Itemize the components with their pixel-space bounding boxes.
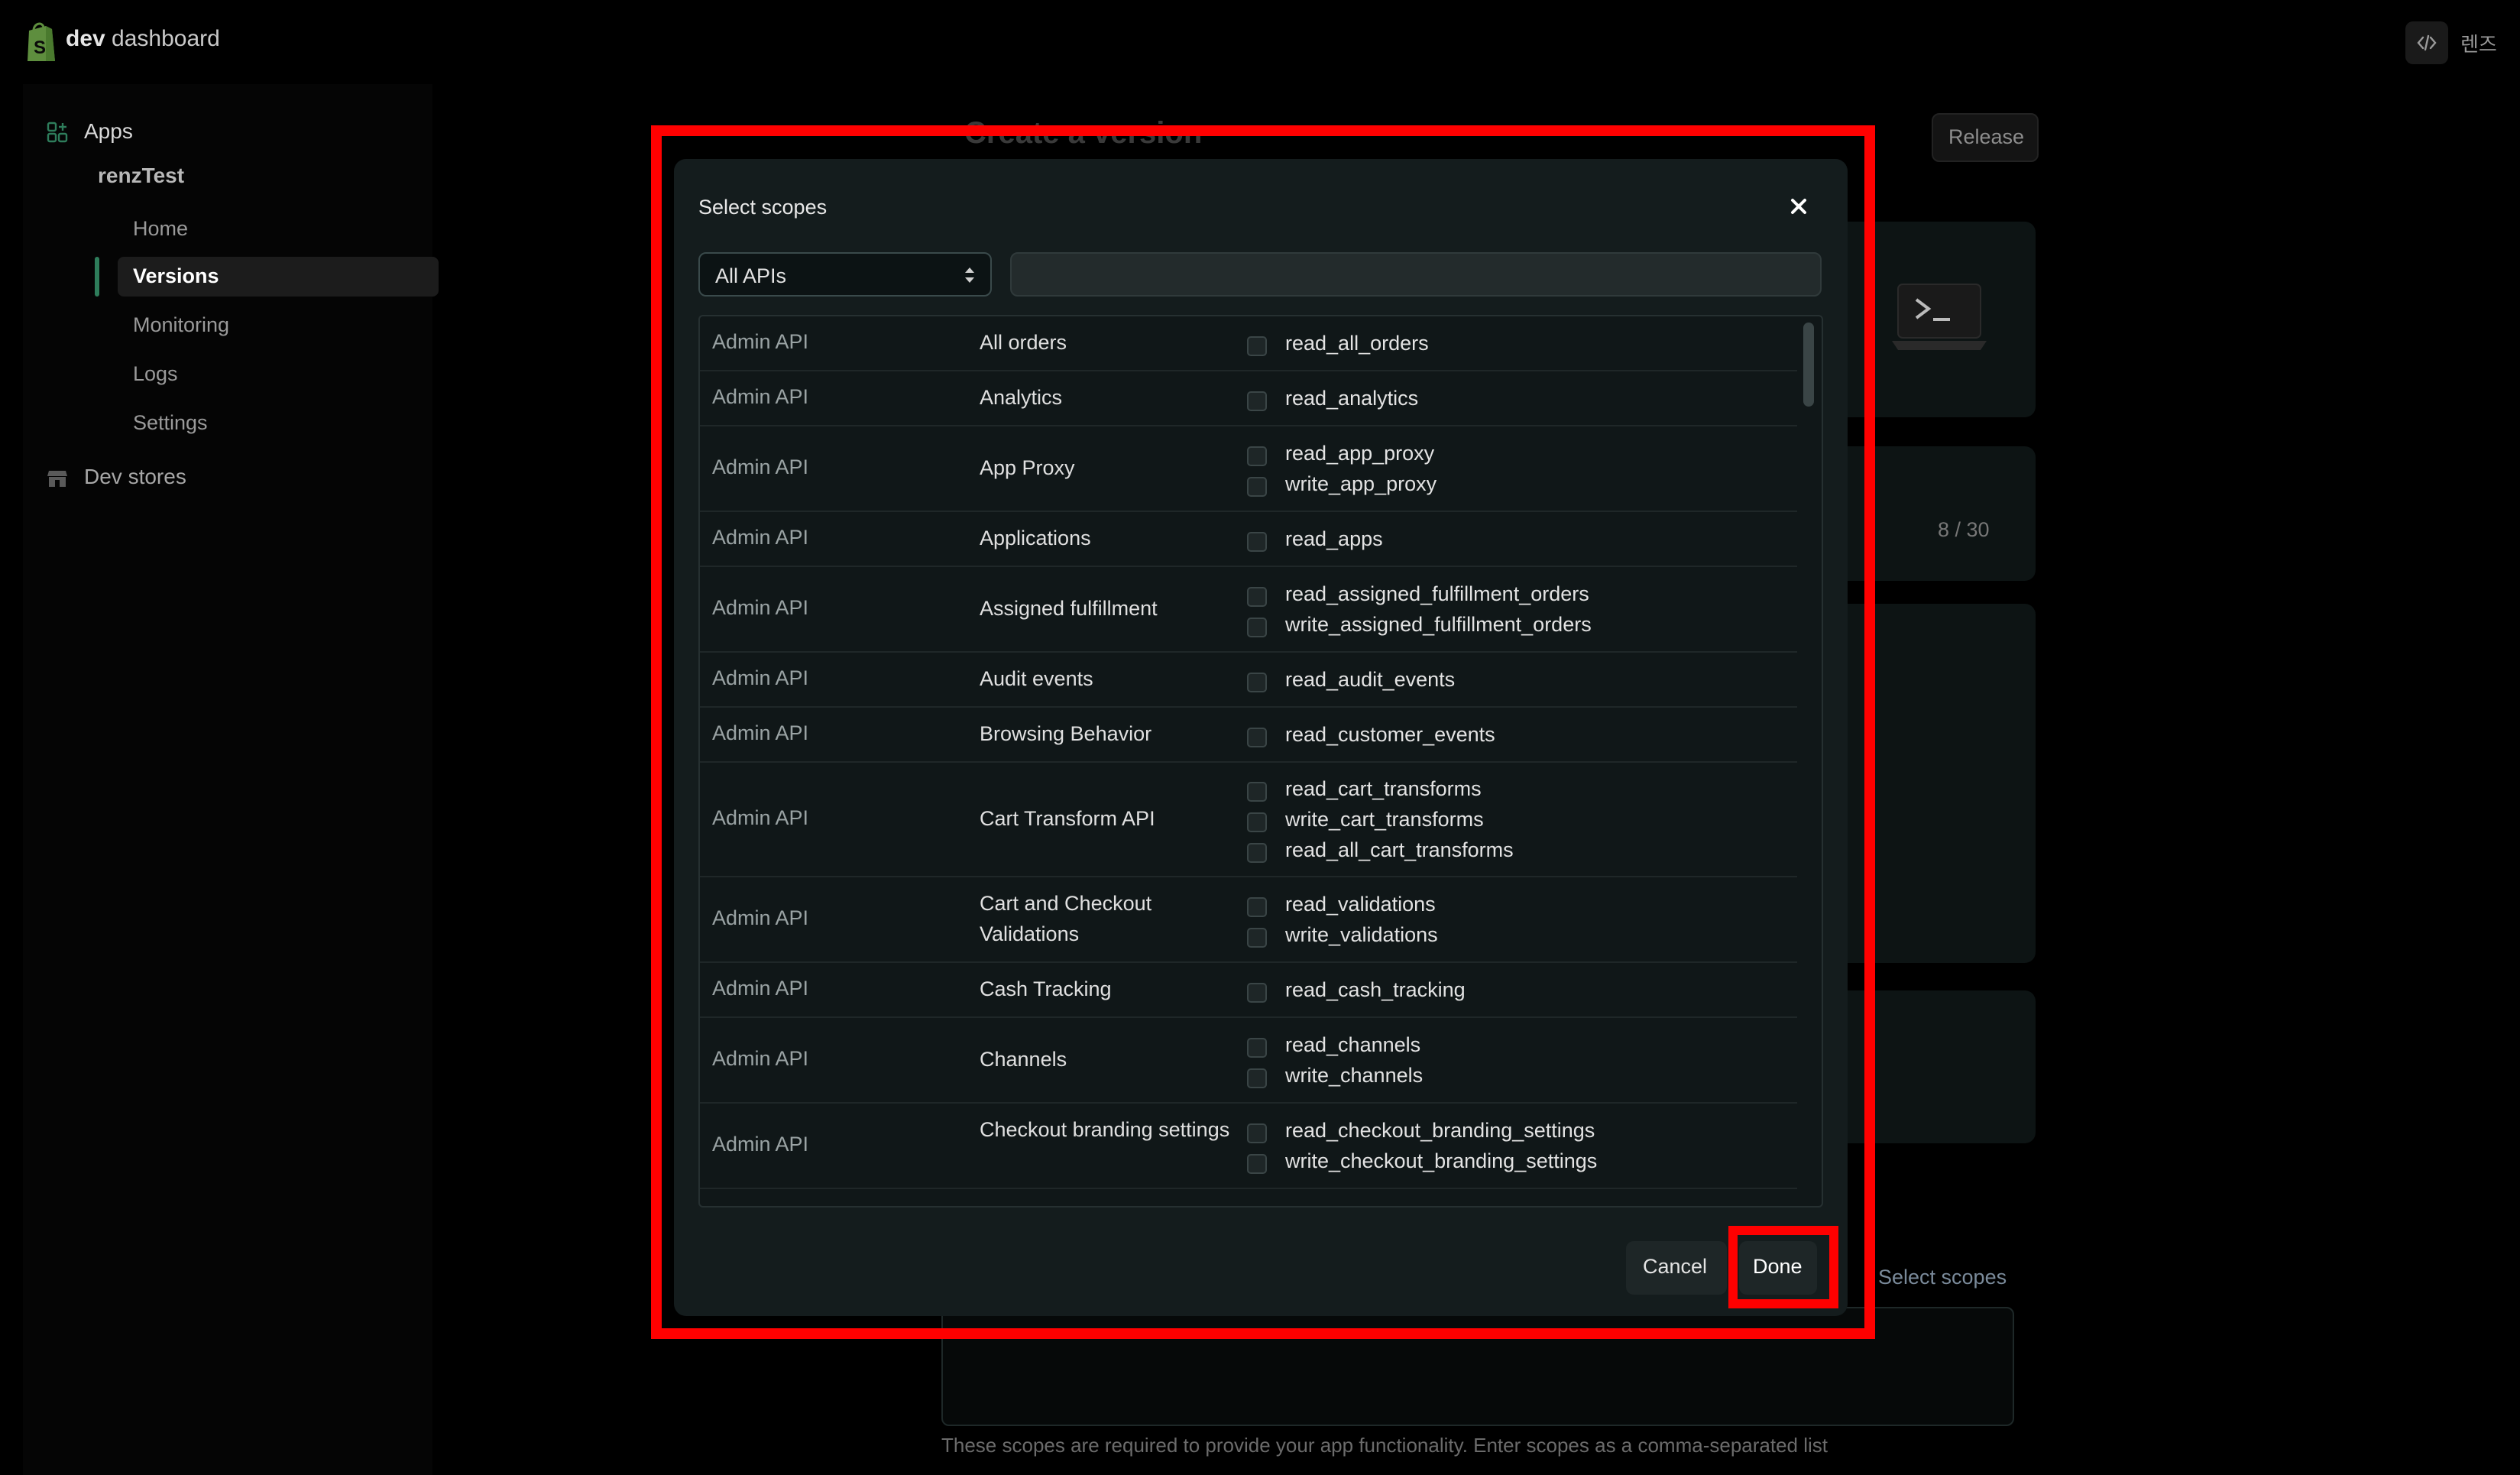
sidebar-app-name[interactable]: renzTest xyxy=(98,164,184,188)
store-icon xyxy=(47,471,67,487)
sidebar-item-label: Monitoring xyxy=(133,313,230,336)
sidebar-item-logs[interactable]: Logs xyxy=(118,355,439,394)
highlight-modal-box xyxy=(651,125,1875,1339)
top-bar: S dev dashboard 렌즈 xyxy=(0,0,2520,84)
sidebar-item-label: Logs xyxy=(133,362,178,385)
code-icon xyxy=(2417,34,2437,51)
sidebar-item-settings[interactable]: Settings xyxy=(118,404,439,443)
character-counter: 8 / 30 xyxy=(1938,518,1990,541)
brand-rest: dashboard xyxy=(112,26,220,51)
shopify-logo-icon: S xyxy=(28,22,55,61)
sidebar-item-label: Versions xyxy=(133,264,219,287)
sidebar-item-monitoring[interactable]: Monitoring xyxy=(118,306,439,345)
sidebar-item-label: Settings xyxy=(133,411,208,434)
svg-text:S: S xyxy=(34,37,46,58)
sidebar: Apps renzTest Home Versions Monitoring L… xyxy=(23,84,439,1475)
brand-title[interactable]: dev dashboard xyxy=(66,26,220,52)
sidebar-item-home[interactable]: Home xyxy=(118,209,439,249)
sidebar-item-versions[interactable]: Versions xyxy=(95,257,439,297)
release-button[interactable]: Release xyxy=(1932,113,2039,162)
release-label: Release xyxy=(1948,125,2025,148)
code-toggle-button[interactable] xyxy=(2405,21,2448,64)
brand-bold: dev xyxy=(66,26,105,51)
select-scopes-link[interactable]: Select scopes xyxy=(1878,1266,2007,1289)
user-name[interactable]: 렌즈 xyxy=(2460,29,2497,57)
sidebar-item-label: Dev stores xyxy=(84,465,186,488)
apps-grid-icon xyxy=(47,122,68,143)
terminal-laptop-icon xyxy=(1892,284,1987,350)
sidebar-item-label: Home xyxy=(133,217,189,240)
highlight-done-box xyxy=(1728,1226,1838,1308)
sidebar-item-label: Apps xyxy=(84,119,133,143)
scopes-help-text: These scopes are required to provide you… xyxy=(941,1434,1828,1457)
